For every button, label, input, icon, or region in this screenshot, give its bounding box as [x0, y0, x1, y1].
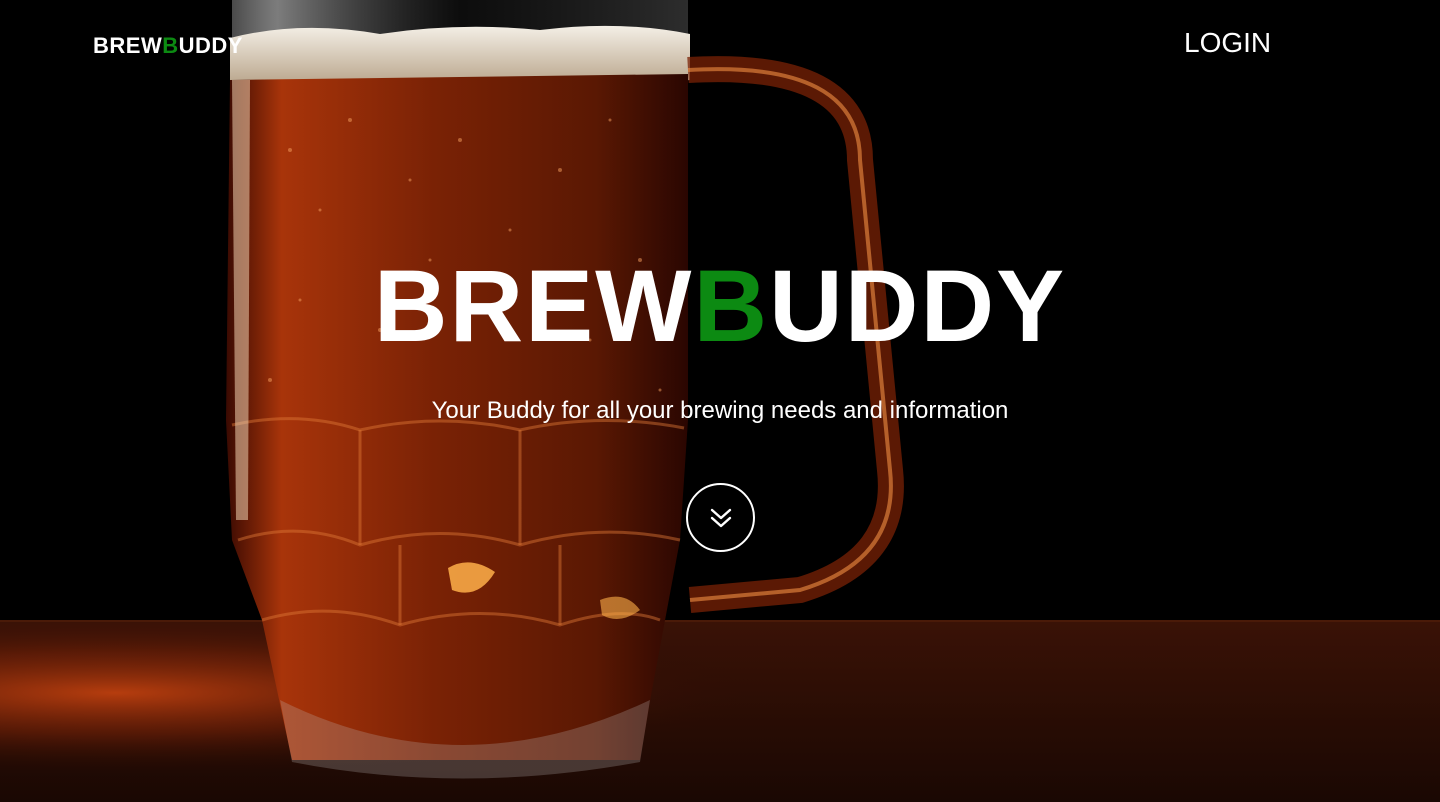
scroll-down-button[interactable]	[686, 483, 755, 552]
hero-title: BREWBUDDY	[0, 250, 1440, 362]
logo-text-accent: B	[162, 33, 179, 58]
hero-section: BREWBUDDY LOGIN BREWBUDDY Your Buddy for…	[0, 0, 1440, 802]
logo-text-brew: BREW	[93, 33, 163, 58]
hero-title-uddy: UDDY	[769, 249, 1067, 363]
site-logo[interactable]: BREWBUDDY	[93, 35, 243, 57]
hero-title-accent: B	[693, 249, 770, 363]
logo-text-uddy: UDDY	[178, 33, 243, 58]
double-chevron-down-icon	[710, 508, 731, 527]
login-link[interactable]: LOGIN	[1184, 27, 1271, 59]
hero-title-brew: BREW	[373, 249, 694, 363]
hero-subtitle: Your Buddy for all your brewing needs an…	[431, 397, 1009, 424]
